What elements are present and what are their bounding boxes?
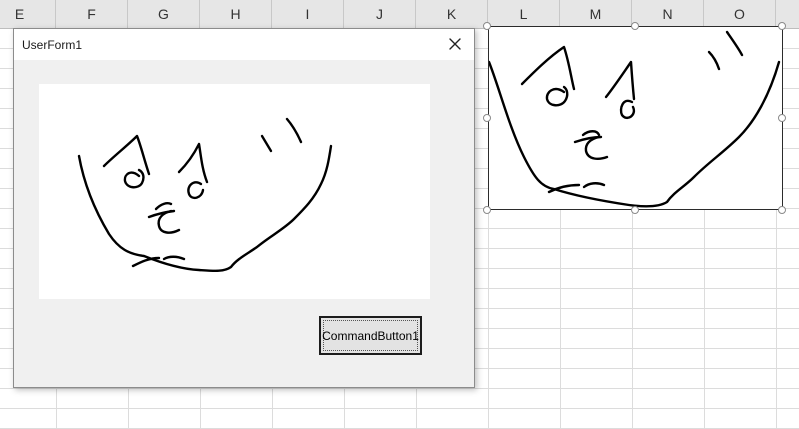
- column-header-f[interactable]: F: [56, 0, 128, 28]
- column-header-j[interactable]: J: [344, 0, 416, 28]
- resize-handle-bottom-right[interactable]: [778, 206, 786, 214]
- command-button-label: CommandButton1: [322, 320, 419, 351]
- resize-handle-top-left[interactable]: [483, 22, 491, 30]
- resize-handle-bottom-left[interactable]: [483, 206, 491, 214]
- sheet-picture-drawing[interactable]: [488, 26, 783, 210]
- column-header-bar: E F G H I J K L M N O: [0, 0, 799, 29]
- column-header-m[interactable]: M: [560, 0, 632, 28]
- resize-handle-left[interactable]: [483, 114, 491, 122]
- close-icon: [449, 38, 461, 50]
- close-button[interactable]: [442, 32, 468, 56]
- column-header-i[interactable]: I: [272, 0, 344, 28]
- userform-title: UserForm1: [22, 38, 83, 52]
- resize-handle-top[interactable]: [631, 22, 639, 30]
- column-header-n[interactable]: N: [632, 0, 704, 28]
- grid-line: [0, 388, 799, 389]
- userform-image-canvas[interactable]: [39, 84, 430, 299]
- resize-handle-bottom[interactable]: [631, 206, 639, 214]
- grid-line: [0, 408, 799, 409]
- column-header-h[interactable]: H: [200, 0, 272, 28]
- cat-sketch-large: [77, 117, 333, 273]
- resize-handle-right[interactable]: [778, 114, 786, 122]
- column-header-e[interactable]: E: [0, 0, 56, 28]
- cat-sketch-small: [489, 30, 781, 208]
- userform-titlebar[interactable]: UserForm1: [14, 29, 474, 60]
- column-header-k[interactable]: K: [416, 0, 488, 28]
- column-header-g[interactable]: G: [128, 0, 200, 28]
- resize-handle-top-right[interactable]: [778, 22, 786, 30]
- column-header-o[interactable]: O: [704, 0, 776, 28]
- command-button[interactable]: CommandButton1: [319, 316, 422, 355]
- column-header-l[interactable]: L: [488, 0, 560, 28]
- userform-window[interactable]: UserForm1 CommandButton1: [13, 28, 475, 388]
